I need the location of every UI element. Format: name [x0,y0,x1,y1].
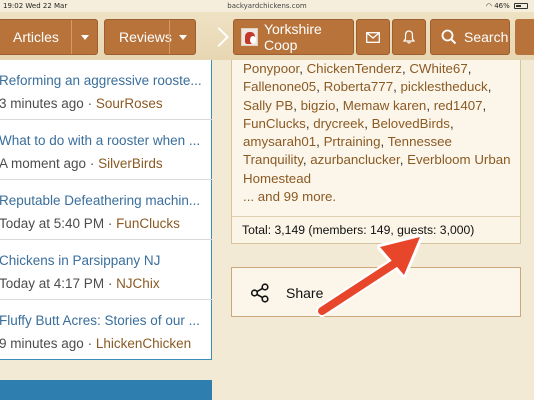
thread-user[interactable]: SourRoses [96,96,163,111]
battery-icon [514,3,528,9]
thread-user[interactable]: FunClucks [116,216,180,231]
thread-user[interactable]: SilverBirds [98,156,163,171]
member-link[interactable]: picklestheduck [400,79,487,94]
annotation-arrow-icon [316,234,423,317]
member-link[interactable]: azurbanclucker [310,152,399,167]
member-link[interactable]: amysarah01 [243,134,316,149]
thread-title[interactable]: Reforming an aggressive rooste... [0,73,202,88]
nav-articles-label: Articles [13,29,59,45]
status-bar: 19:02 Wed 22 Mar backyardchickens.com ◠ … [0,0,534,12]
share-icon [250,283,269,303]
thread-title[interactable]: Chickens in Parsippany NJ [0,253,160,268]
next-block-header [0,380,212,400]
nav-articles-button[interactable]: Articles [0,19,98,55]
member-link[interactable]: Sally PB [243,98,293,113]
envelope-icon [366,31,380,43]
chevron-down-icon[interactable] [71,20,97,54]
list-item[interactable]: Reputable Defeathering machin... Today a… [0,180,212,240]
wifi-icon: ◠ [485,2,492,10]
alerts-button[interactable] [392,19,426,55]
list-item[interactable]: What to do with a rooster when ... A mom… [0,120,212,180]
member-link[interactable]: CWhite67 [409,61,467,76]
thread-title[interactable]: Reputable Defeathering machin... [0,193,200,208]
thread-title[interactable]: What to do with a rooster when ... [0,133,200,148]
thread-meta: 3 minutes ago · SourRoses [0,96,163,111]
member-link[interactable]: Prtraining [324,134,381,149]
member-link[interactable]: drycreek [313,116,364,131]
thread-meta: Today at 5:40 PM · FunClucks [0,216,180,231]
more-members-link[interactable]: ... and 99 more. [243,189,336,204]
thread-meta: A moment ago · SilverBirds [0,156,163,171]
coop-label: Yorkshire Coop [263,21,322,53]
nav-overflow-edge [515,19,534,55]
online-names-list: Ponypoor, ChickenTenderz, CWhite67, Fall… [243,61,511,205]
chevron-right-icon [209,27,229,47]
battery-percent: 46% [494,2,510,10]
chevron-down-icon[interactable] [169,20,195,54]
list-item[interactable]: Chickens in Parsippany NJ Today at 4:17 … [0,240,212,300]
status-url: backyardchickens.com [227,2,307,10]
latest-threads-panel: Reforming an aggressive rooste... 3 minu… [0,60,212,360]
search-icon [441,29,457,45]
search-button[interactable]: Search [430,19,510,55]
thread-user[interactable]: NJChix [116,276,160,291]
nav-reviews-label: Reviews [119,29,172,45]
member-link[interactable]: Roberta777 [324,79,394,94]
member-link[interactable]: Memaw karen [343,98,427,113]
status-right: ◠ 46% [486,2,528,10]
thread-time: A moment ago [0,156,87,171]
thread-meta: 9 minutes ago · LhickenChicken [0,336,192,351]
thread-title[interactable]: Fluffy Butt Acres: Stories of our ... [0,313,200,328]
member-link[interactable]: FunClucks [243,116,306,131]
member-link[interactable]: ChickenTenderz [307,61,402,76]
avatar [241,28,258,46]
thread-user[interactable]: LhickenChicken [96,336,191,351]
user-coop-button[interactable]: Yorkshire Coop [233,19,354,55]
nav-reviews-button[interactable]: Reviews [104,19,196,55]
list-item[interactable]: Fluffy Butt Acres: Stories of our ... 9 … [0,300,212,360]
member-link[interactable]: red1407 [434,98,483,113]
members-online-panel: Ponypoor, ChickenTenderz, CWhite67, Fall… [231,60,521,244]
bell-icon [403,30,415,44]
thread-time: 3 minutes ago [0,96,84,111]
list-item[interactable]: Reforming an aggressive rooste... 3 minu… [0,60,212,120]
inbox-button[interactable] [356,19,390,55]
member-link[interactable]: BelovedBirds [372,116,450,131]
member-link[interactable]: Ponypoor [243,61,299,76]
thread-time: Today at 5:40 PM [0,216,105,231]
top-navigation: Articles Reviews Yorkshire Coop Search [0,12,534,60]
thread-time: 9 minutes ago [0,336,84,351]
thread-meta: Today at 4:17 PM · NJChix [0,276,160,291]
member-link[interactable]: Fallenone05 [243,79,316,94]
member-link[interactable]: bigzio [301,98,336,113]
search-label: Search [464,29,509,45]
thread-time: Today at 4:17 PM [0,276,105,291]
